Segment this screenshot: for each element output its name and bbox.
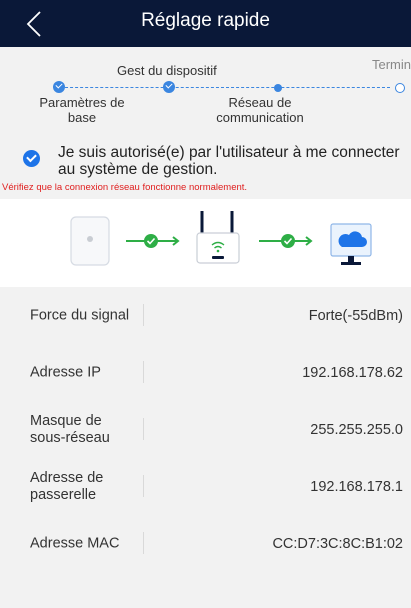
- step-label-network: Réseau de communication: [216, 95, 304, 125]
- info-row-mac: Adresse MAC CC:D7:3C:8C:B1:02: [0, 515, 411, 572]
- step-done-icon: [163, 81, 175, 93]
- checkbox-checked-icon[interactable]: [23, 150, 40, 167]
- step-label-device-management: Gest du dispositif: [117, 63, 217, 78]
- page-title: Réglage rapide: [141, 10, 270, 31]
- gateway-label: Adresse de passerelle: [30, 469, 104, 503]
- access-point-icon: [70, 216, 110, 266]
- mac-label: Adresse MAC: [30, 535, 120, 551]
- signal-label: Force du signal: [30, 307, 130, 323]
- divider: [143, 532, 144, 554]
- step-current-icon: [274, 84, 282, 92]
- info-row-gateway: Adresse de passerelle 192.168.178.1: [0, 458, 411, 515]
- connection-info-list: Force du signal Forte(-55dBm) Adresse IP…: [0, 287, 411, 572]
- divider: [143, 475, 144, 497]
- network-warning-text: Vérifiez que la connexion réseau fonctio…: [2, 182, 248, 193]
- info-row-signal: Force du signal Forte(-55dBm): [0, 287, 411, 344]
- divider: [143, 304, 144, 326]
- consent-checkbox-row[interactable]: Je suis autorisé(e) par l'utilisateur à …: [0, 140, 411, 182]
- ip-label: Adresse IP: [30, 364, 101, 380]
- network-topology: [0, 199, 411, 287]
- top-bar: Réglage rapide: [0, 0, 411, 47]
- signal-value: Forte(-55dBm): [308, 307, 403, 324]
- mac-value: CC:D7:3C:8C:B1:02: [272, 535, 403, 552]
- divider: [143, 361, 144, 383]
- gateway-value: 192.168.178.1: [310, 478, 403, 495]
- step-label-basic-settings: Paramètres de base: [39, 95, 125, 125]
- ip-value: 192.168.178.62: [302, 364, 403, 381]
- info-row-subnet: Masque de sous-réseau 255.255.255.0: [0, 401, 411, 458]
- step-label-finish: Termin: [372, 57, 411, 72]
- consent-text: Je suis autorisé(e) par l'utilisateur à …: [58, 144, 400, 178]
- divider: [143, 418, 144, 440]
- subnet-value: 255.255.255.0: [310, 421, 403, 438]
- step-done-icon: [53, 81, 65, 93]
- setup-stepper: Gest du dispositif Termin Paramètres de …: [0, 47, 411, 130]
- router-icon: [196, 211, 240, 264]
- cloud-monitor-icon: [330, 223, 372, 265]
- link-ok-icon: [126, 234, 180, 248]
- info-row-ip: Adresse IP 192.168.178.62: [0, 344, 411, 401]
- link-ok-icon: [259, 234, 313, 248]
- step-track: [60, 87, 390, 88]
- step-pending-icon: [395, 83, 405, 93]
- subnet-label: Masque de sous-réseau: [30, 412, 110, 446]
